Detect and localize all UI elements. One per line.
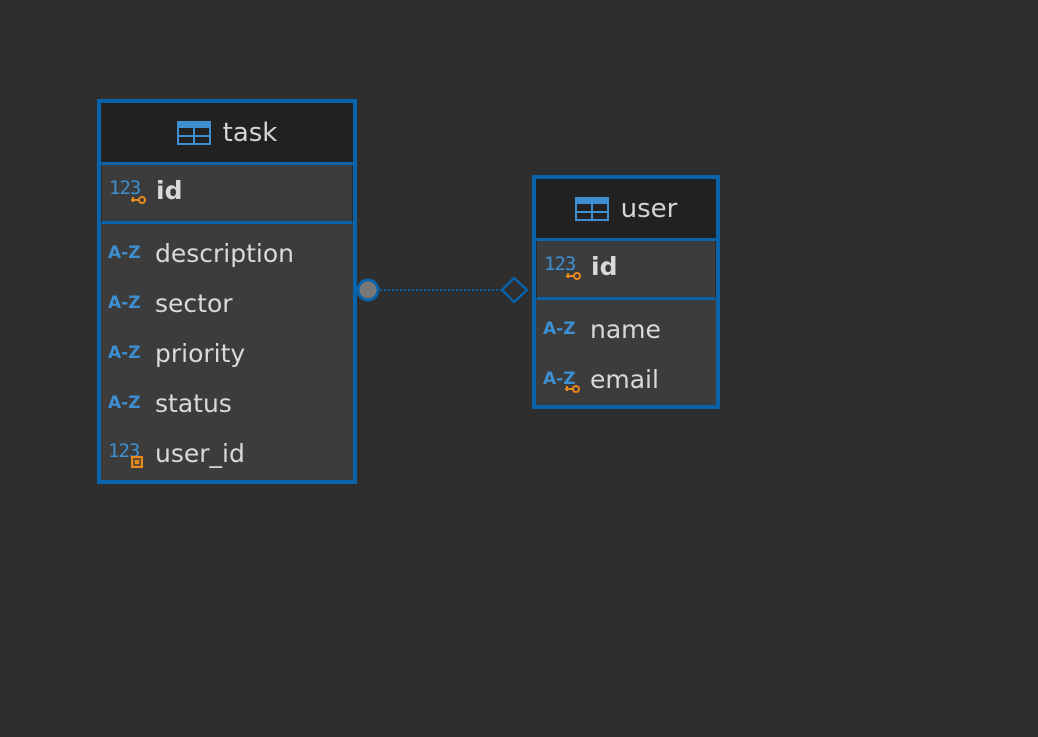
entity-header: user [536,179,716,241]
column-name: id [156,175,183,205]
column-row[interactable]: priority [101,328,353,378]
entity-title: user [620,193,678,224]
column-row[interactable]: id [537,241,715,291]
column-name: priority [155,338,246,368]
columns-section: description sector priority status user_… [101,224,353,478]
column-name: sector [155,288,233,318]
text-key-icon [542,364,582,394]
text-type-icon [107,388,147,418]
column-name: id [591,251,618,281]
column-row[interactable]: email [536,354,716,404]
column-row[interactable]: name [536,304,716,354]
column-row[interactable]: user_id [101,428,353,478]
column-row[interactable]: description [101,228,353,278]
primary-key-section: id [536,241,716,300]
relation-start-circle [356,278,380,302]
entity-task[interactable]: task id description sector priority stat… [97,99,357,484]
text-type-icon [107,238,147,268]
column-name: name [590,314,661,344]
columns-section: name email [536,300,716,404]
table-icon [575,197,609,221]
text-type-icon [542,314,582,344]
column-row[interactable]: status [101,378,353,428]
column-name: description [155,238,295,268]
column-name: user_id [155,438,245,468]
table-icon [177,121,211,145]
entity-user[interactable]: user id name email [532,175,720,409]
column-name: status [155,388,232,418]
column-row[interactable]: sector [101,278,353,328]
numeric-foreign-key-icon [107,438,147,468]
text-type-icon [107,338,147,368]
text-type-icon [107,288,147,318]
column-name: email [590,364,659,394]
entity-header: task [101,103,353,165]
entity-title: task [222,117,278,148]
primary-key-section: id [101,165,353,224]
numeric-key-icon [543,251,583,281]
relation-end-diamond [500,276,529,304]
column-row[interactable]: id [102,165,352,215]
numeric-key-icon [108,175,148,205]
